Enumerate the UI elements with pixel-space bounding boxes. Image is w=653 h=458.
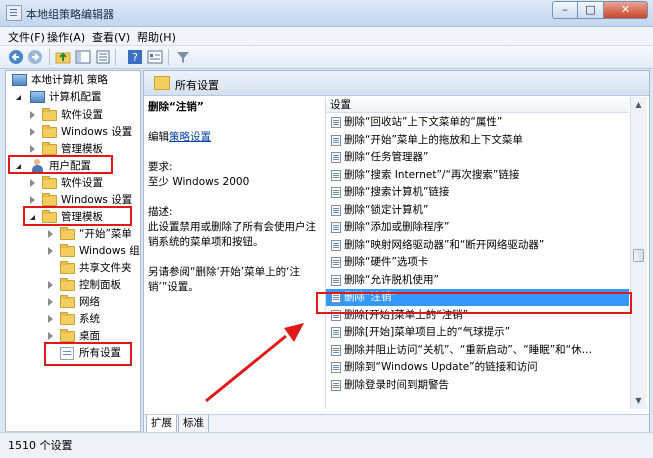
annotation-arrow-icon (205, 323, 304, 403)
